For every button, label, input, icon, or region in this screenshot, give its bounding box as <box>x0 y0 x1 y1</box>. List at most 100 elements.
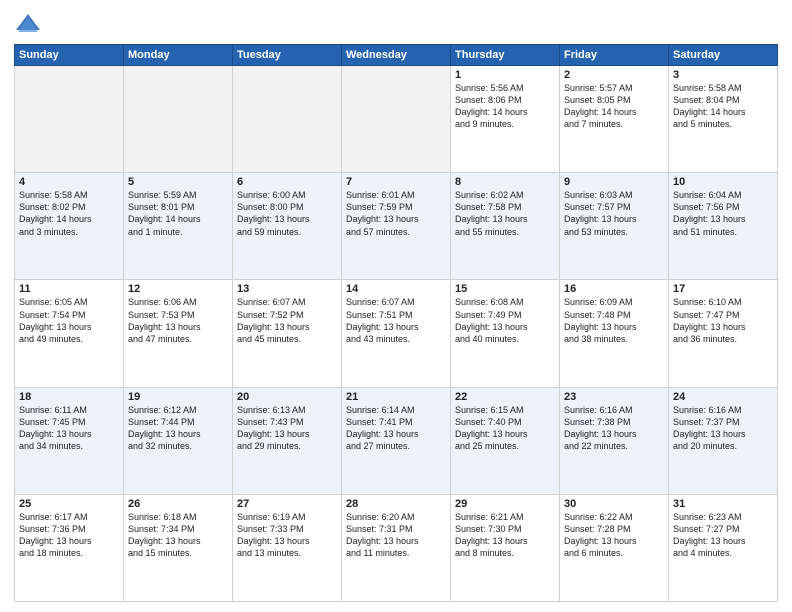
day-number: 3 <box>673 69 773 81</box>
day-info: Sunrise: 5:56 AM Sunset: 8:06 PM Dayligh… <box>455 82 555 131</box>
day-number: 13 <box>237 283 337 295</box>
day-number: 9 <box>564 176 664 188</box>
header <box>14 10 778 38</box>
calendar-cell: 27Sunrise: 6:19 AM Sunset: 7:33 PM Dayli… <box>233 494 342 601</box>
calendar-cell: 22Sunrise: 6:15 AM Sunset: 7:40 PM Dayli… <box>451 387 560 494</box>
day-info: Sunrise: 6:06 AM Sunset: 7:53 PM Dayligh… <box>128 296 228 345</box>
day-number: 30 <box>564 498 664 510</box>
calendar-cell: 15Sunrise: 6:08 AM Sunset: 7:49 PM Dayli… <box>451 280 560 387</box>
day-number: 23 <box>564 391 664 403</box>
calendar-cell: 9Sunrise: 6:03 AM Sunset: 7:57 PM Daylig… <box>560 173 669 280</box>
day-info: Sunrise: 6:05 AM Sunset: 7:54 PM Dayligh… <box>19 296 119 345</box>
calendar-row-4: 18Sunrise: 6:11 AM Sunset: 7:45 PM Dayli… <box>15 387 778 494</box>
calendar-cell: 20Sunrise: 6:13 AM Sunset: 7:43 PM Dayli… <box>233 387 342 494</box>
calendar-row-1: 1Sunrise: 5:56 AM Sunset: 8:06 PM Daylig… <box>15 66 778 173</box>
day-info: Sunrise: 5:58 AM Sunset: 8:02 PM Dayligh… <box>19 189 119 238</box>
day-info: Sunrise: 5:57 AM Sunset: 8:05 PM Dayligh… <box>564 82 664 131</box>
calendar-cell: 25Sunrise: 6:17 AM Sunset: 7:36 PM Dayli… <box>15 494 124 601</box>
weekday-header-tuesday: Tuesday <box>233 45 342 66</box>
calendar-row-5: 25Sunrise: 6:17 AM Sunset: 7:36 PM Dayli… <box>15 494 778 601</box>
calendar-cell: 14Sunrise: 6:07 AM Sunset: 7:51 PM Dayli… <box>342 280 451 387</box>
calendar-cell: 3Sunrise: 5:58 AM Sunset: 8:04 PM Daylig… <box>669 66 778 173</box>
weekday-header-row: SundayMondayTuesdayWednesdayThursdayFrid… <box>15 45 778 66</box>
weekday-header-thursday: Thursday <box>451 45 560 66</box>
day-number: 4 <box>19 176 119 188</box>
day-info: Sunrise: 6:16 AM Sunset: 7:38 PM Dayligh… <box>564 404 664 453</box>
day-number: 6 <box>237 176 337 188</box>
calendar-cell: 4Sunrise: 5:58 AM Sunset: 8:02 PM Daylig… <box>15 173 124 280</box>
calendar-cell: 5Sunrise: 5:59 AM Sunset: 8:01 PM Daylig… <box>124 173 233 280</box>
day-info: Sunrise: 6:03 AM Sunset: 7:57 PM Dayligh… <box>564 189 664 238</box>
day-number: 1 <box>455 69 555 81</box>
calendar-cell: 10Sunrise: 6:04 AM Sunset: 7:56 PM Dayli… <box>669 173 778 280</box>
calendar-cell: 28Sunrise: 6:20 AM Sunset: 7:31 PM Dayli… <box>342 494 451 601</box>
day-number: 14 <box>346 283 446 295</box>
day-number: 21 <box>346 391 446 403</box>
day-info: Sunrise: 6:14 AM Sunset: 7:41 PM Dayligh… <box>346 404 446 453</box>
day-info: Sunrise: 6:21 AM Sunset: 7:30 PM Dayligh… <box>455 511 555 560</box>
day-number: 7 <box>346 176 446 188</box>
calendar-cell: 17Sunrise: 6:10 AM Sunset: 7:47 PM Dayli… <box>669 280 778 387</box>
day-info: Sunrise: 6:23 AM Sunset: 7:27 PM Dayligh… <box>673 511 773 560</box>
calendar-cell <box>15 66 124 173</box>
day-number: 8 <box>455 176 555 188</box>
calendar-cell: 18Sunrise: 6:11 AM Sunset: 7:45 PM Dayli… <box>15 387 124 494</box>
calendar-cell <box>233 66 342 173</box>
day-info: Sunrise: 6:22 AM Sunset: 7:28 PM Dayligh… <box>564 511 664 560</box>
day-number: 22 <box>455 391 555 403</box>
day-number: 27 <box>237 498 337 510</box>
day-number: 26 <box>128 498 228 510</box>
day-info: Sunrise: 6:15 AM Sunset: 7:40 PM Dayligh… <box>455 404 555 453</box>
calendar-table: SundayMondayTuesdayWednesdayThursdayFrid… <box>14 44 778 602</box>
day-number: 19 <box>128 391 228 403</box>
calendar-cell: 21Sunrise: 6:14 AM Sunset: 7:41 PM Dayli… <box>342 387 451 494</box>
weekday-header-saturday: Saturday <box>669 45 778 66</box>
logo <box>14 10 46 38</box>
logo-icon <box>14 10 42 38</box>
day-info: Sunrise: 6:07 AM Sunset: 7:51 PM Dayligh… <box>346 296 446 345</box>
day-info: Sunrise: 6:02 AM Sunset: 7:58 PM Dayligh… <box>455 189 555 238</box>
day-number: 15 <box>455 283 555 295</box>
day-info: Sunrise: 6:07 AM Sunset: 7:52 PM Dayligh… <box>237 296 337 345</box>
calendar-cell <box>342 66 451 173</box>
calendar-cell: 7Sunrise: 6:01 AM Sunset: 7:59 PM Daylig… <box>342 173 451 280</box>
day-number: 29 <box>455 498 555 510</box>
calendar-cell: 2Sunrise: 5:57 AM Sunset: 8:05 PM Daylig… <box>560 66 669 173</box>
day-number: 10 <box>673 176 773 188</box>
weekday-header-friday: Friday <box>560 45 669 66</box>
day-info: Sunrise: 5:59 AM Sunset: 8:01 PM Dayligh… <box>128 189 228 238</box>
weekday-header-sunday: Sunday <box>15 45 124 66</box>
calendar-row-2: 4Sunrise: 5:58 AM Sunset: 8:02 PM Daylig… <box>15 173 778 280</box>
calendar-cell: 13Sunrise: 6:07 AM Sunset: 7:52 PM Dayli… <box>233 280 342 387</box>
weekday-header-wednesday: Wednesday <box>342 45 451 66</box>
weekday-header-monday: Monday <box>124 45 233 66</box>
calendar-cell: 6Sunrise: 6:00 AM Sunset: 8:00 PM Daylig… <box>233 173 342 280</box>
day-info: Sunrise: 6:13 AM Sunset: 7:43 PM Dayligh… <box>237 404 337 453</box>
calendar-cell <box>124 66 233 173</box>
calendar-cell: 16Sunrise: 6:09 AM Sunset: 7:48 PM Dayli… <box>560 280 669 387</box>
day-info: Sunrise: 6:18 AM Sunset: 7:34 PM Dayligh… <box>128 511 228 560</box>
day-info: Sunrise: 6:09 AM Sunset: 7:48 PM Dayligh… <box>564 296 664 345</box>
calendar-cell: 24Sunrise: 6:16 AM Sunset: 7:37 PM Dayli… <box>669 387 778 494</box>
calendar-cell: 23Sunrise: 6:16 AM Sunset: 7:38 PM Dayli… <box>560 387 669 494</box>
calendar-cell: 19Sunrise: 6:12 AM Sunset: 7:44 PM Dayli… <box>124 387 233 494</box>
day-number: 31 <box>673 498 773 510</box>
day-info: Sunrise: 6:10 AM Sunset: 7:47 PM Dayligh… <box>673 296 773 345</box>
calendar-cell: 12Sunrise: 6:06 AM Sunset: 7:53 PM Dayli… <box>124 280 233 387</box>
day-number: 16 <box>564 283 664 295</box>
day-number: 18 <box>19 391 119 403</box>
day-number: 25 <box>19 498 119 510</box>
day-info: Sunrise: 5:58 AM Sunset: 8:04 PM Dayligh… <box>673 82 773 131</box>
day-info: Sunrise: 6:12 AM Sunset: 7:44 PM Dayligh… <box>128 404 228 453</box>
day-number: 28 <box>346 498 446 510</box>
calendar-cell: 11Sunrise: 6:05 AM Sunset: 7:54 PM Dayli… <box>15 280 124 387</box>
page: SundayMondayTuesdayWednesdayThursdayFrid… <box>0 0 792 612</box>
calendar-cell: 30Sunrise: 6:22 AM Sunset: 7:28 PM Dayli… <box>560 494 669 601</box>
day-info: Sunrise: 6:08 AM Sunset: 7:49 PM Dayligh… <box>455 296 555 345</box>
day-info: Sunrise: 6:17 AM Sunset: 7:36 PM Dayligh… <box>19 511 119 560</box>
day-info: Sunrise: 6:16 AM Sunset: 7:37 PM Dayligh… <box>673 404 773 453</box>
day-info: Sunrise: 6:04 AM Sunset: 7:56 PM Dayligh… <box>673 189 773 238</box>
day-number: 24 <box>673 391 773 403</box>
calendar-cell: 29Sunrise: 6:21 AM Sunset: 7:30 PM Dayli… <box>451 494 560 601</box>
calendar-cell: 26Sunrise: 6:18 AM Sunset: 7:34 PM Dayli… <box>124 494 233 601</box>
